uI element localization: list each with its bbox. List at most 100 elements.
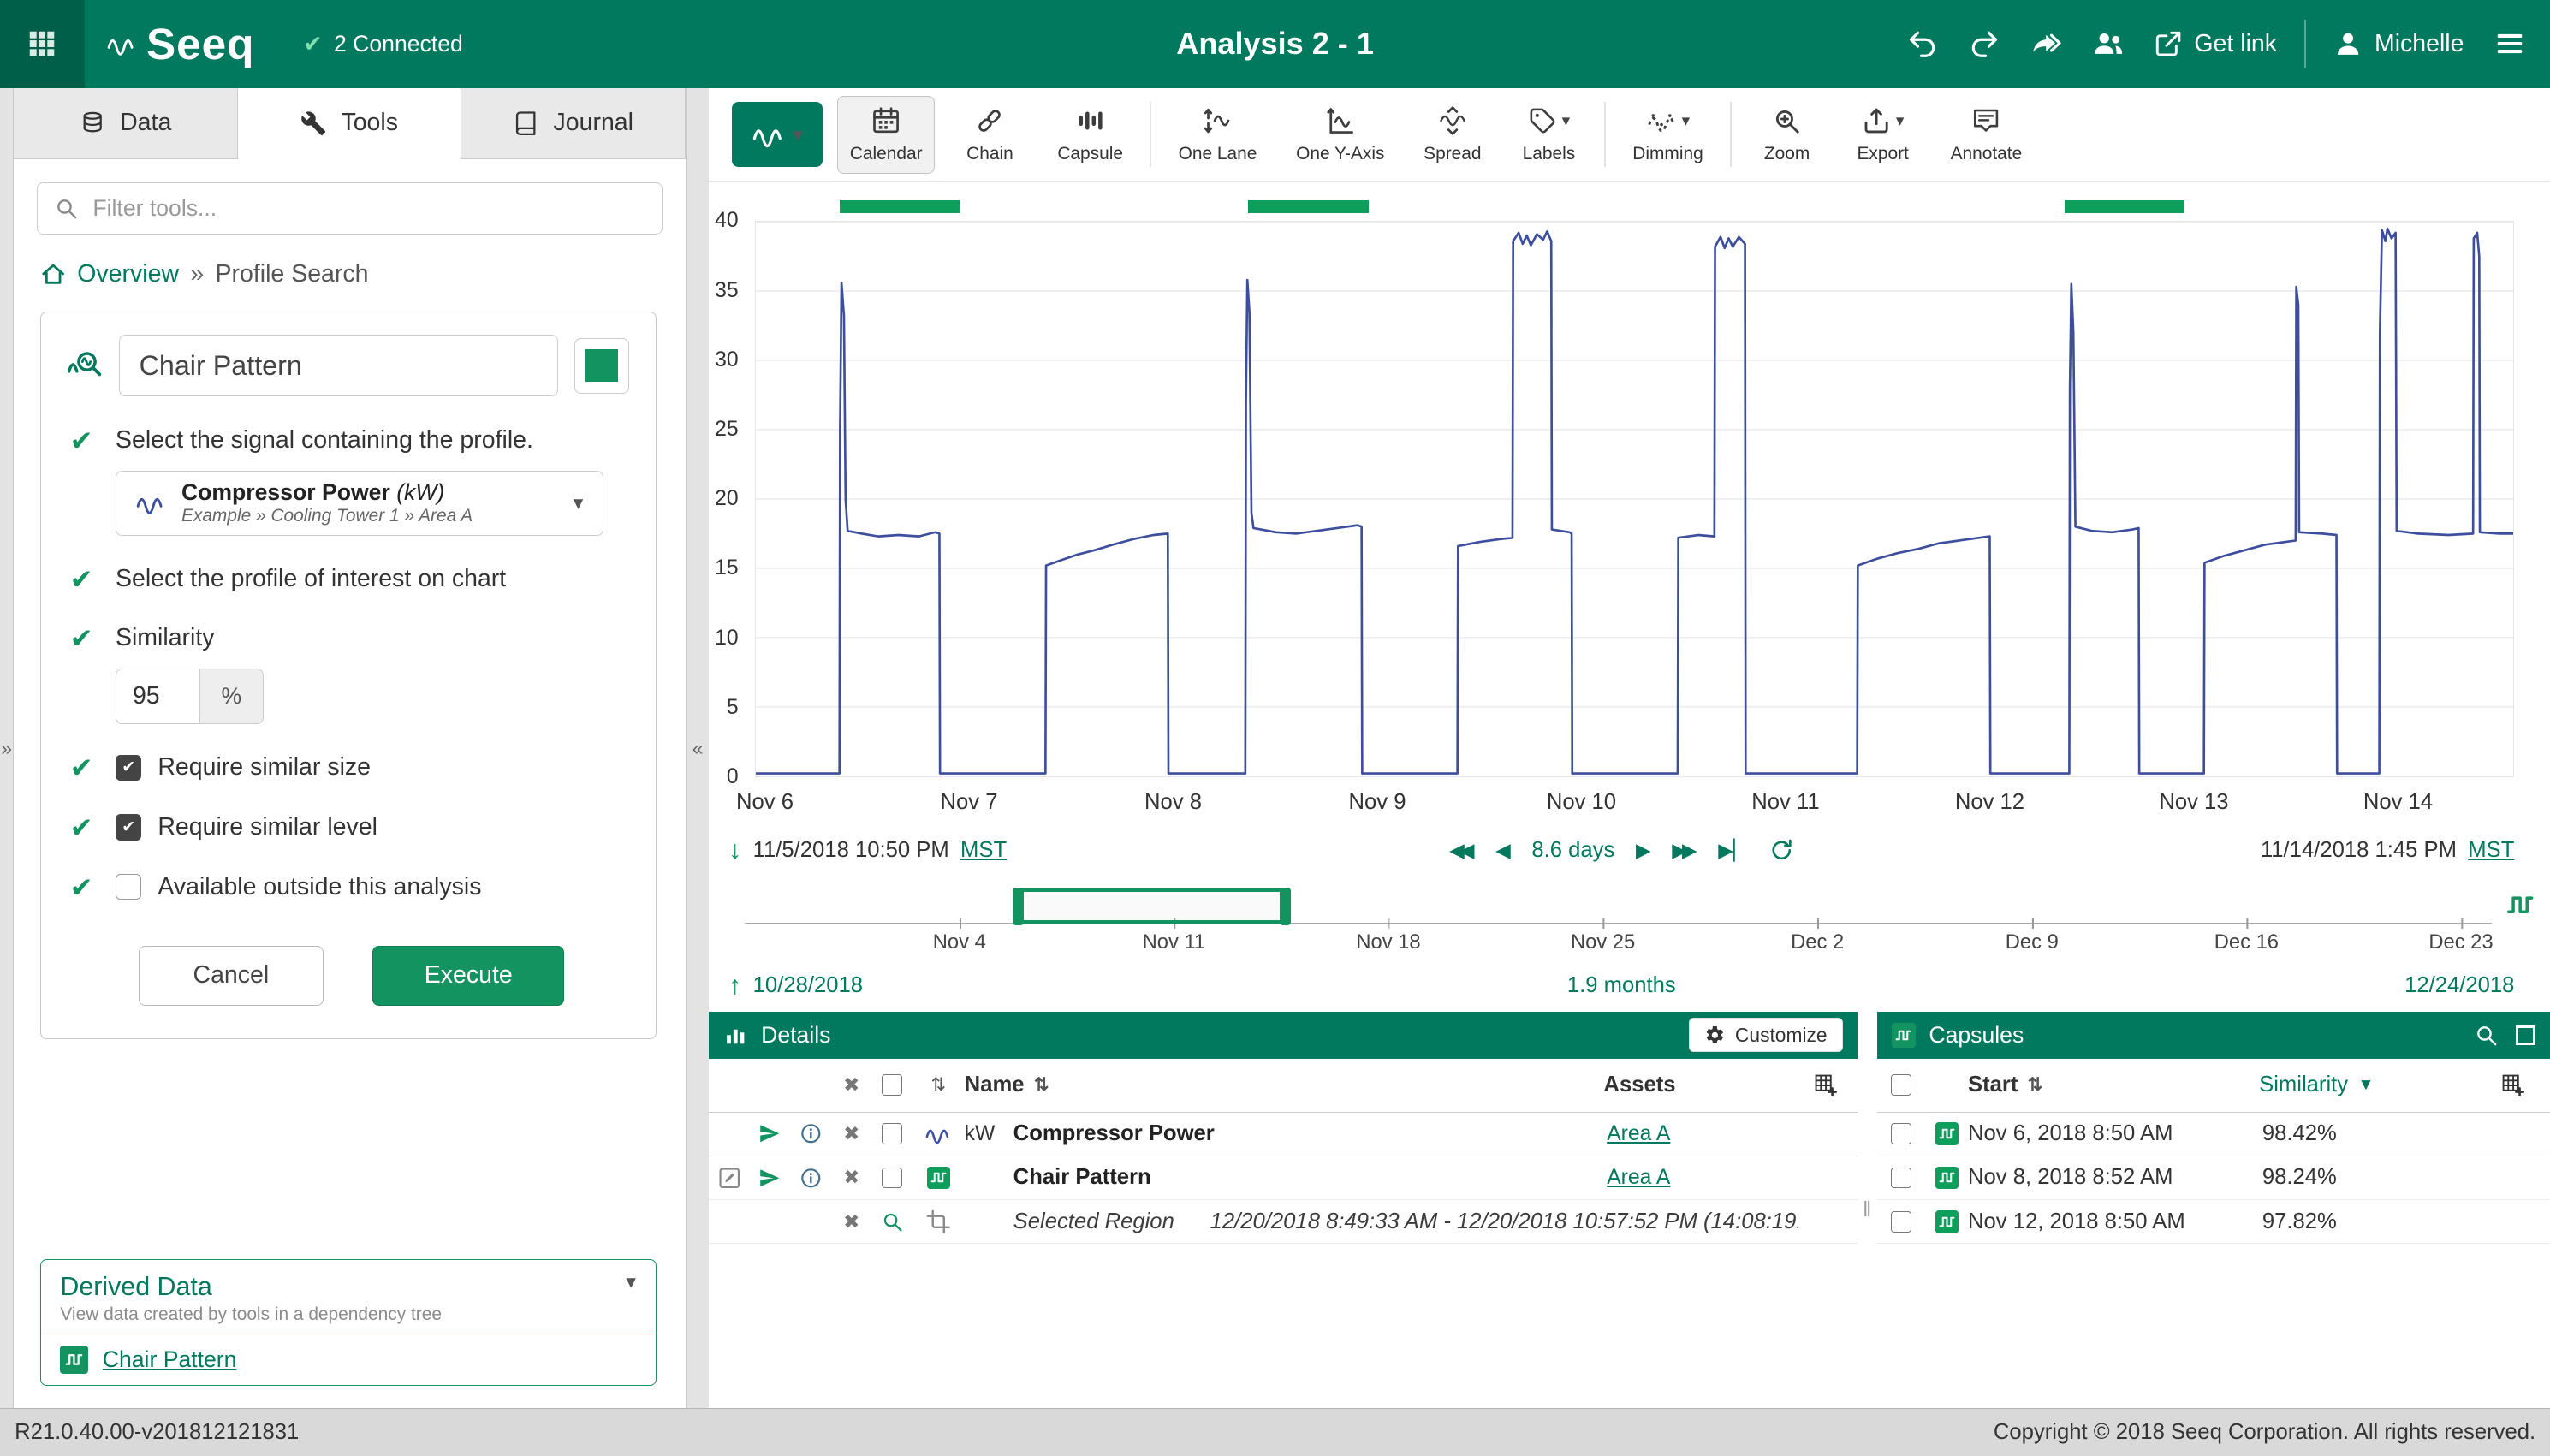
users-button[interactable] [2083, 21, 2132, 67]
calendar-mode-button[interactable]: Calendar [837, 96, 934, 174]
goto-condition-icon[interactable] [758, 1167, 782, 1190]
info-icon[interactable] [799, 1167, 823, 1190]
capsule-checkbox[interactable] [1891, 1123, 1912, 1144]
signal-select[interactable]: Compressor Power (kW) Example » Cooling … [116, 471, 603, 536]
derived-data-toggle[interactable]: Derived Data View data created by tools … [41, 1260, 656, 1334]
spread-button[interactable]: Spread [1412, 96, 1494, 174]
tab-journal[interactable]: Journal [461, 88, 686, 160]
derived-item-link[interactable]: Chair Pattern [103, 1346, 237, 1373]
asset-link[interactable]: Area A [1607, 1122, 1670, 1145]
timezone-link[interactable]: MST [2468, 838, 2514, 863]
zoom-to-region-icon[interactable] [881, 1210, 904, 1233]
breadcrumb-overview[interactable]: Overview [77, 260, 179, 288]
display-end[interactable]: 11/14/2018 1:45 PM [2261, 838, 2457, 863]
share-button[interactable] [2022, 21, 2071, 67]
investigate-timebar: Nov 4Nov 11Nov 18Nov 25Dec 2Dec 9Dec 16D… [709, 875, 2550, 963]
timeline-brush[interactable] [1019, 888, 1285, 924]
add-column-icon[interactable] [2500, 1073, 2525, 1097]
step-back-full-button[interactable]: ◀◀ [1449, 841, 1474, 860]
remove-icon[interactable]: ✖ [831, 1122, 872, 1145]
available-outside-checkbox[interactable]: Available outside this analysis [116, 873, 629, 901]
refresh-icon[interactable] [1769, 838, 1794, 863]
similarity-input[interactable] [116, 669, 200, 724]
item-name[interactable]: Chair Pattern [1013, 1165, 1151, 1190]
timezone-link[interactable]: MST [960, 838, 1007, 863]
investigate-end[interactable]: 12/24/2018 [2404, 973, 2514, 998]
item-name[interactable]: Compressor Power [1013, 1121, 1215, 1146]
tab-tools[interactable]: Tools [238, 88, 462, 160]
redo-button[interactable] [1960, 21, 2009, 67]
similarity-column-header[interactable]: Similarity▼ [2259, 1073, 2479, 1097]
require-similar-size-checkbox[interactable]: ✔ Require similar size [116, 753, 629, 781]
labels-button[interactable]: ▾Labels [1508, 96, 1590, 174]
hamburger-menu-button[interactable] [2485, 21, 2534, 67]
select-all-checkbox[interactable] [882, 1074, 903, 1096]
step-check-icon: ✔ [67, 426, 96, 457]
get-link-label: Get link [2194, 30, 2277, 58]
require-similar-level-checkbox[interactable]: ✔ Require similar level [116, 813, 629, 841]
step-back-button[interactable]: ◀ [1495, 841, 1511, 860]
chart-plot[interactable] [755, 221, 2515, 777]
capsule-row[interactable]: Nov 8, 2018 8:52 AM 98.24% [1877, 1156, 2550, 1200]
color-swatch-button[interactable] [574, 338, 630, 394]
capsule-time-toggle-icon[interactable] [2506, 891, 2534, 918]
sort-type-icon[interactable]: ⇅ [912, 1074, 965, 1096]
expand-data-panel-handle[interactable]: » [0, 88, 13, 1409]
start-column-header[interactable]: Start⇅ [1968, 1073, 2259, 1097]
asset-link[interactable]: Area A [1607, 1166, 1670, 1189]
tool-name-input[interactable] [119, 335, 558, 396]
collapse-tools-panel-handle[interactable]: « [687, 88, 710, 1409]
export-button[interactable]: ▾Export [1842, 96, 1923, 174]
step-to-end-button[interactable]: ▶▏ [1718, 841, 1748, 860]
chart-type-button[interactable]: ▾ [732, 102, 823, 167]
zoom-to-capsule-icon[interactable] [2474, 1023, 2499, 1048]
step-forward-full-button[interactable]: ▶▶ [1672, 841, 1697, 860]
name-column-header[interactable]: Name⇅ [965, 1073, 1604, 1097]
display-duration[interactable]: 8.6 days [1531, 838, 1614, 863]
capsule-row[interactable]: Nov 12, 2018 8:50 AM 97.82% [1877, 1200, 2550, 1244]
one-lane-button[interactable]: One Lane [1166, 96, 1269, 174]
crop-icon[interactable] [926, 1209, 951, 1234]
zoom-button[interactable]: Zoom [1746, 96, 1828, 174]
capsule-row[interactable]: Nov 6, 2018 8:50 AM 98.42% [1877, 1113, 2550, 1156]
remove-region-icon[interactable]: ✖ [831, 1210, 872, 1233]
remove-all-icon[interactable]: ✖ [831, 1073, 872, 1096]
remove-icon[interactable]: ✖ [831, 1166, 872, 1189]
capsule-checkbox[interactable] [1891, 1168, 1912, 1189]
one-y-axis-button[interactable]: One Y-Axis [1284, 96, 1397, 174]
dimming-button[interactable]: ▾Dimming [1620, 96, 1715, 174]
customize-button[interactable]: Customize [1689, 1018, 1843, 1052]
collapse-panel-icon[interactable] [2516, 1025, 2535, 1045]
range-start-arrow-icon[interactable]: ↓ [728, 837, 741, 863]
get-link-button[interactable]: Get link [2145, 23, 2285, 65]
apps-menu-button[interactable] [0, 0, 85, 88]
cancel-button[interactable]: Cancel [139, 946, 324, 1006]
capsule-checkbox[interactable] [1891, 1211, 1912, 1233]
seeq-logo[interactable]: Seeq [107, 19, 254, 69]
row-checkbox[interactable] [882, 1168, 903, 1189]
gear-icon [1704, 1025, 1726, 1046]
investigate-start[interactable]: 10/28/2018 [753, 973, 863, 998]
filter-tools-input[interactable] [92, 195, 645, 222]
investigate-duration[interactable]: 1.9 months [1567, 973, 1676, 998]
display-start[interactable]: 11/5/2018 10:50 PM [753, 838, 949, 863]
row-checkbox[interactable] [882, 1123, 903, 1144]
undo-button[interactable] [1899, 21, 1947, 67]
goto-signal-icon[interactable] [758, 1122, 782, 1145]
connection-status[interactable]: ✔ 2 Connected [303, 31, 462, 57]
chain-mode-button[interactable]: Chain [949, 96, 1031, 174]
select-all-capsules-checkbox[interactable] [1891, 1074, 1912, 1096]
investigate-start-arrow-icon[interactable]: ↑ [728, 972, 741, 998]
user-menu[interactable]: Michelle [2326, 23, 2472, 65]
annotate-button[interactable]: Annotate [1938, 96, 2034, 174]
add-column-icon[interactable] [1813, 1073, 1838, 1097]
edit-icon[interactable] [717, 1166, 742, 1191]
step-forward-button[interactable]: ▶ [1636, 841, 1651, 860]
capsule-mode-button[interactable]: Capsule [1045, 96, 1135, 174]
panel-resize-handle[interactable]: ‖ [1858, 1012, 1877, 1409]
info-icon[interactable] [799, 1122, 823, 1145]
execute-button[interactable]: Execute [372, 946, 564, 1006]
timeline-track[interactable]: Nov 4Nov 11Nov 18Nov 25Dec 2Dec 9Dec 16D… [745, 888, 2492, 924]
details-panel: Details Customize ✖ ⇅ Name⇅ Assets [709, 1012, 1857, 1409]
tab-data[interactable]: Data [14, 88, 238, 160]
